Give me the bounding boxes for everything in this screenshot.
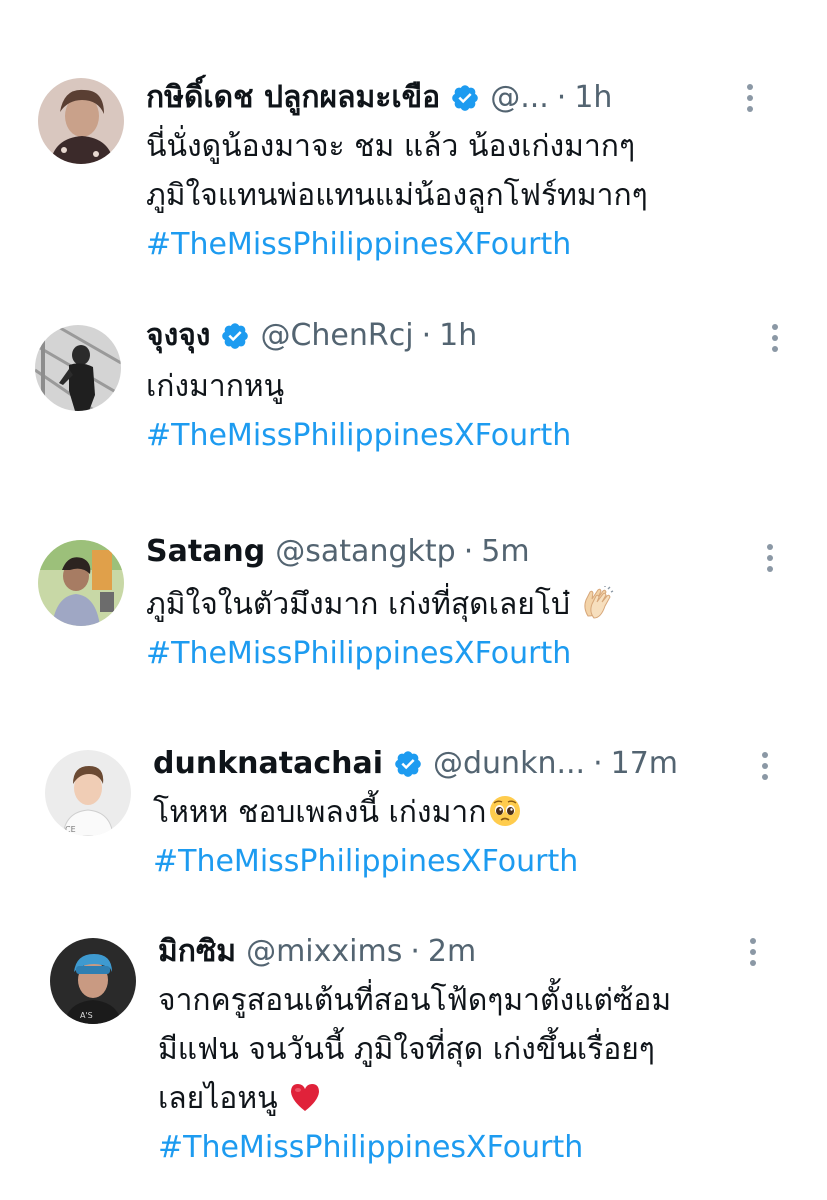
user-handle[interactable]: @... [490, 78, 549, 118]
hashtag-link[interactable]: #TheMissPhilippinesXFourth [146, 220, 648, 269]
verified-badge-icon [393, 749, 423, 779]
tweet-line-with-emoji: ภูมิใจในตัวมึงมาก เก่งที่สุดเลยโบ๋ [146, 580, 614, 629]
display-name[interactable]: กษิดิ์เดช ปลูกผลมะเขือ [146, 78, 440, 118]
verified-badge-icon [220, 321, 250, 351]
avatar[interactable]: CE [45, 750, 131, 836]
tweet-3[interactable]: Satang @satangktp · 5m ภูมิใจในตัวมึงมาก… [0, 520, 827, 730]
tweet-text: เก่งมากหนู #TheMissPhilippinesXFourth [146, 362, 571, 460]
tweet-1[interactable]: กษิดิ์เดช ปลูกผลมะเขือ @... · 1h นี่นั่ง… [0, 0, 827, 290]
avatar-photo [35, 325, 121, 411]
display-name[interactable]: มิกซิม [158, 932, 236, 972]
red-heart-icon [288, 1080, 322, 1114]
separator-dot: · [421, 318, 432, 353]
tweet-line-with-emoji: โหหห ชอบเพลงนี้ เก่งมาก [153, 788, 578, 837]
avatar[interactable] [38, 540, 124, 626]
user-handle[interactable]: @ChenRcj [260, 316, 413, 356]
timestamp[interactable]: 2m [428, 932, 476, 972]
timestamp[interactable]: 1h [439, 316, 477, 356]
separator-dot: · [556, 80, 567, 115]
separator-dot: · [593, 746, 603, 781]
avatar-photo [38, 540, 124, 626]
avatar[interactable]: A'S [50, 938, 136, 1024]
more-options-icon[interactable] [765, 542, 775, 574]
tweet-text: จากครูสอนเต้นที่สอนโฟ้ดๆมาตั้งแต่ซ้อม มี… [158, 976, 671, 1172]
tweet-2[interactable]: จุงจุง @ChenRcj · 1h เก่งมากหนู #TheMiss… [0, 290, 827, 520]
clapping-hands-icon [580, 585, 614, 620]
tweet-line: ภูมิใจแทนพ่อแทนแม่น้องลูกโฟร์ทมากๆ [146, 178, 648, 213]
timestamp[interactable]: 5m [481, 532, 529, 572]
separator-dot: · [463, 534, 474, 569]
tweet-4[interactable]: CE dunknatachai @dunkn... · 17m โหหห ชอบ… [0, 730, 827, 930]
hashtag-link[interactable]: #TheMissPhilippinesXFourth [146, 411, 571, 460]
tweet-line: เก่งมากหนู [146, 369, 285, 404]
tweet-line: เลยไอหนู [158, 1081, 278, 1116]
display-name[interactable]: Satang [146, 532, 265, 572]
tweet-line: ภูมิใจในตัวมึงมาก เก่งที่สุดเลยโบ๋ [146, 587, 571, 622]
avatar-photo [38, 78, 124, 164]
user-handle[interactable]: @satangktp [275, 532, 455, 572]
tweet-line: นี่นั่งดูน้องมาจะ ชม แล้ว น้องเก่งมากๆ [146, 129, 636, 164]
hashtag-link[interactable]: #TheMissPhilippinesXFourth [153, 837, 578, 886]
pleading-face-icon [488, 794, 522, 828]
hashtag-link[interactable]: #TheMissPhilippinesXFourth [158, 1123, 671, 1172]
tweet-line: จากครูสอนเต้นที่สอนโฟ้ดๆมาตั้งแต่ซ้อม [158, 983, 672, 1018]
avatar[interactable] [38, 78, 124, 164]
tweet-text: นี่นั่งดูน้องมาจะ ชม แล้ว น้องเก่งมากๆ ภ… [146, 122, 648, 269]
tweet-text: ภูมิใจในตัวมึงมาก เก่งที่สุดเลยโบ๋ #TheM… [146, 580, 614, 678]
more-options-icon[interactable] [760, 750, 770, 782]
avatar[interactable] [35, 325, 121, 411]
separator-dot: · [410, 934, 420, 969]
display-name[interactable]: จุงจุง [146, 316, 210, 356]
user-handle[interactable]: @dunkn... [433, 744, 585, 784]
timestamp[interactable]: 1h [574, 78, 612, 118]
display-name[interactable]: dunknatachai [153, 744, 383, 784]
tweet-line: มีแฟน จนวันนี้ ภูมิใจที่สุด เก่งขึ้นเรื่… [158, 1032, 655, 1067]
user-handle[interactable]: @mixxims [246, 932, 402, 972]
tweet-5[interactable]: A'S มิกซิม @mixxims · 2m จากครูสอนเต้นที… [0, 930, 827, 1200]
avatar-photo: CE [45, 750, 131, 836]
more-options-icon[interactable] [748, 936, 758, 968]
tweet-line: โหหห ชอบเพลงนี้ เก่งมาก [153, 795, 487, 830]
svg-text:CE: CE [65, 825, 76, 834]
timestamp[interactable]: 17m [611, 744, 678, 784]
more-options-icon[interactable] [770, 322, 780, 354]
hashtag-link[interactable]: #TheMissPhilippinesXFourth [146, 629, 614, 678]
tweet-line-with-emoji: เลยไอหนู [158, 1074, 671, 1123]
tweet-text: โหหห ชอบเพลงนี้ เก่งมาก #TheMissPhilippi… [153, 788, 578, 886]
more-options-icon[interactable] [745, 82, 755, 114]
verified-badge-icon [450, 83, 480, 113]
avatar-photo: A'S [50, 938, 136, 1024]
svg-text:A'S: A'S [80, 1011, 93, 1020]
